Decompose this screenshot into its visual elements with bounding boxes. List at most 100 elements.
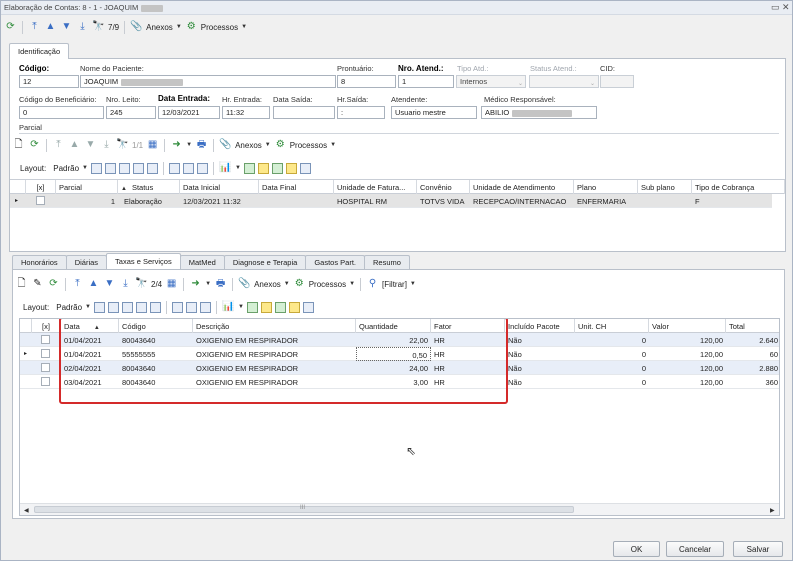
col-header[interactable]: [x] xyxy=(32,319,61,333)
cell-quantidade[interactable]: 0,50 xyxy=(356,347,431,361)
col-header[interactable]: Descrição xyxy=(193,319,356,333)
col-header[interactable]: Convênio xyxy=(417,180,470,194)
table-row[interactable]: ▸ 1 Elaboração 12/03/2021 11:32 HOSPITAL… xyxy=(10,194,772,208)
taxas-first-icon[interactable]: ⤒ xyxy=(71,278,84,291)
view-list-icon[interactable] xyxy=(243,162,255,174)
taxas-next-icon[interactable]: ▼ xyxy=(103,278,116,291)
parcial-processos-dropdown-icon[interactable]: ▼ xyxy=(330,142,336,148)
col-header[interactable]: Unidade de Fatura... xyxy=(334,180,417,194)
prontuario-field[interactable]: 8 xyxy=(337,75,396,88)
refresh-icon[interactable]: ⟳ xyxy=(4,21,17,34)
col-header[interactable]: Quantidade xyxy=(356,319,431,333)
table-row[interactable]: 01/04/2021 80043640 OXIGENIO EM RESPIRAD… xyxy=(20,333,779,347)
col-header[interactable]: Unit. CH xyxy=(575,319,649,333)
parcial-grid-icon[interactable]: ▦ xyxy=(146,139,159,152)
taxas-layout-columns-icon[interactable] xyxy=(108,301,119,313)
view-detail-icon[interactable] xyxy=(271,162,283,174)
layout-edit-icon[interactable] xyxy=(197,162,208,174)
nro-leito-field[interactable]: 245 xyxy=(106,106,156,119)
tab-honorarios[interactable]: Honorários xyxy=(12,255,67,269)
table-row[interactable]: 03/04/2021 80043640 OXIGENIO EM RESPIRAD… xyxy=(20,375,779,389)
scroll-left-icon[interactable]: ◀ xyxy=(24,507,29,514)
tab-identificacao[interactable]: Identificação xyxy=(9,43,70,59)
taxas-refresh-icon[interactable]: ⟳ xyxy=(47,278,60,291)
filtrar-dropdown-icon[interactable]: ▼ xyxy=(410,281,416,287)
taxas-layout-collapse-icon[interactable] xyxy=(186,301,197,313)
taxas-view-text-icon[interactable] xyxy=(302,301,314,313)
taxas-edit-icon[interactable]: ✎ xyxy=(31,278,44,291)
col-header[interactable]: Código xyxy=(119,319,193,333)
codigo-field[interactable]: 12 xyxy=(19,75,79,88)
cod-benef-field[interactable]: 0 xyxy=(19,106,104,119)
taxas-last-icon[interactable]: ⤓ xyxy=(119,278,132,291)
last-record-icon[interactable]: ⤓ xyxy=(76,21,89,34)
taxas-layout-save-icon[interactable] xyxy=(94,301,105,313)
taxas-layout-dropdown-icon[interactable]: ▼ xyxy=(85,304,91,310)
taxas-prev-icon[interactable]: ▲ xyxy=(87,278,100,291)
taxas-processos-menu[interactable]: Processos xyxy=(309,280,346,289)
tab-matmed[interactable]: MatMed xyxy=(179,255,225,269)
chart-icon[interactable]: 📊 xyxy=(219,162,232,175)
layout-columns-icon[interactable] xyxy=(105,162,116,174)
col-header[interactable]: Parcial xyxy=(56,180,118,194)
view-form-icon[interactable] xyxy=(257,162,269,174)
nro-atend-field[interactable]: 1 xyxy=(398,75,454,88)
row-checkbox[interactable] xyxy=(41,335,50,344)
save-button[interactable]: Salvar xyxy=(733,541,783,557)
taxas-view-list-icon[interactable] xyxy=(246,301,258,313)
filtrar-menu[interactable]: [Filtrar] xyxy=(382,280,407,289)
taxas-chart-dropdown-icon[interactable]: ▼ xyxy=(238,304,244,310)
parcial-refresh-icon[interactable]: ⟳ xyxy=(28,139,41,152)
col-header[interactable]: Fator xyxy=(431,319,505,333)
nome-field[interactable]: JOAQUIM xyxy=(80,75,336,88)
processos-menu[interactable]: Processos xyxy=(201,23,238,32)
taxas-layout-filter-icon[interactable] xyxy=(136,301,147,313)
col-header[interactable]: Total xyxy=(726,319,779,333)
binoculars-icon[interactable]: 🔭 xyxy=(92,21,105,34)
tab-resumo[interactable]: Resumo xyxy=(364,255,410,269)
anexos-menu[interactable]: Anexos xyxy=(146,23,173,32)
parcial-anexos-dropdown-icon[interactable]: ▼ xyxy=(265,142,271,148)
scroll-right-icon[interactable]: ▶ xyxy=(770,507,775,514)
processos-dropdown-icon[interactable]: ▼ xyxy=(241,24,247,30)
ok-button[interactable]: OK xyxy=(613,541,660,557)
taxas-processos-dropdown-icon[interactable]: ▼ xyxy=(349,281,355,287)
col-header[interactable]: ▲ Status xyxy=(118,180,180,194)
col-header[interactable]: Sub plano xyxy=(638,180,692,194)
close-icon[interactable]: ✕ xyxy=(782,2,790,13)
data-entrada-field[interactable]: 12/03/2021 xyxy=(158,106,220,119)
taxas-layout-group-icon[interactable] xyxy=(122,301,133,313)
col-header[interactable]: Incluído Pacote xyxy=(505,319,575,333)
layout-expand-icon[interactable] xyxy=(169,162,180,174)
col-header[interactable]: [x] xyxy=(26,180,56,194)
restore-icon[interactable]: ▭ xyxy=(771,2,780,13)
col-header[interactable]: Valor xyxy=(649,319,726,333)
parcial-layout-dropdown-icon[interactable]: ▼ xyxy=(82,165,88,171)
tab-diarias[interactable]: Diárias xyxy=(65,255,108,269)
hr-saida-field[interactable]: : xyxy=(337,106,385,119)
col-header[interactable]: Data Final xyxy=(259,180,334,194)
taxas-export-icon[interactable]: ➜ xyxy=(189,278,202,291)
taxas-layout-delete-icon[interactable] xyxy=(150,301,161,313)
taxas-binoculars-icon[interactable]: 🔭 xyxy=(135,278,148,291)
parcial-print-icon[interactable]: 🖶 xyxy=(195,139,208,152)
parcial-anexos-menu[interactable]: Anexos xyxy=(235,141,262,150)
new-record-icon[interactable]: 🗋 xyxy=(12,139,25,152)
taxas-export-dropdown-icon[interactable]: ▼ xyxy=(205,281,211,287)
parcial-layout-select[interactable]: Padrão xyxy=(53,164,79,173)
row-checkbox[interactable] xyxy=(41,349,50,358)
row-checkbox[interactable] xyxy=(41,363,50,372)
row-checkbox[interactable] xyxy=(41,377,50,386)
tab-taxas-servicos[interactable]: Taxas e Serviços xyxy=(106,253,181,269)
taxas-view-tree-icon[interactable] xyxy=(288,301,300,313)
medico-field[interactable]: ABILIO xyxy=(481,106,597,119)
data-saida-field[interactable] xyxy=(273,106,335,119)
layout-filter-icon[interactable] xyxy=(133,162,144,174)
previous-record-icon[interactable]: ▲ xyxy=(44,21,57,34)
taxas-anexos-menu[interactable]: Anexos xyxy=(254,280,281,289)
taxas-print-icon[interactable]: 🖶 xyxy=(214,278,227,291)
taxas-anexos-dropdown-icon[interactable]: ▼ xyxy=(284,281,290,287)
parcial-export-icon[interactable]: ➜ xyxy=(170,139,183,152)
cancel-button[interactable]: Cancelar xyxy=(666,541,724,557)
taxas-layout-expand-icon[interactable] xyxy=(172,301,183,313)
